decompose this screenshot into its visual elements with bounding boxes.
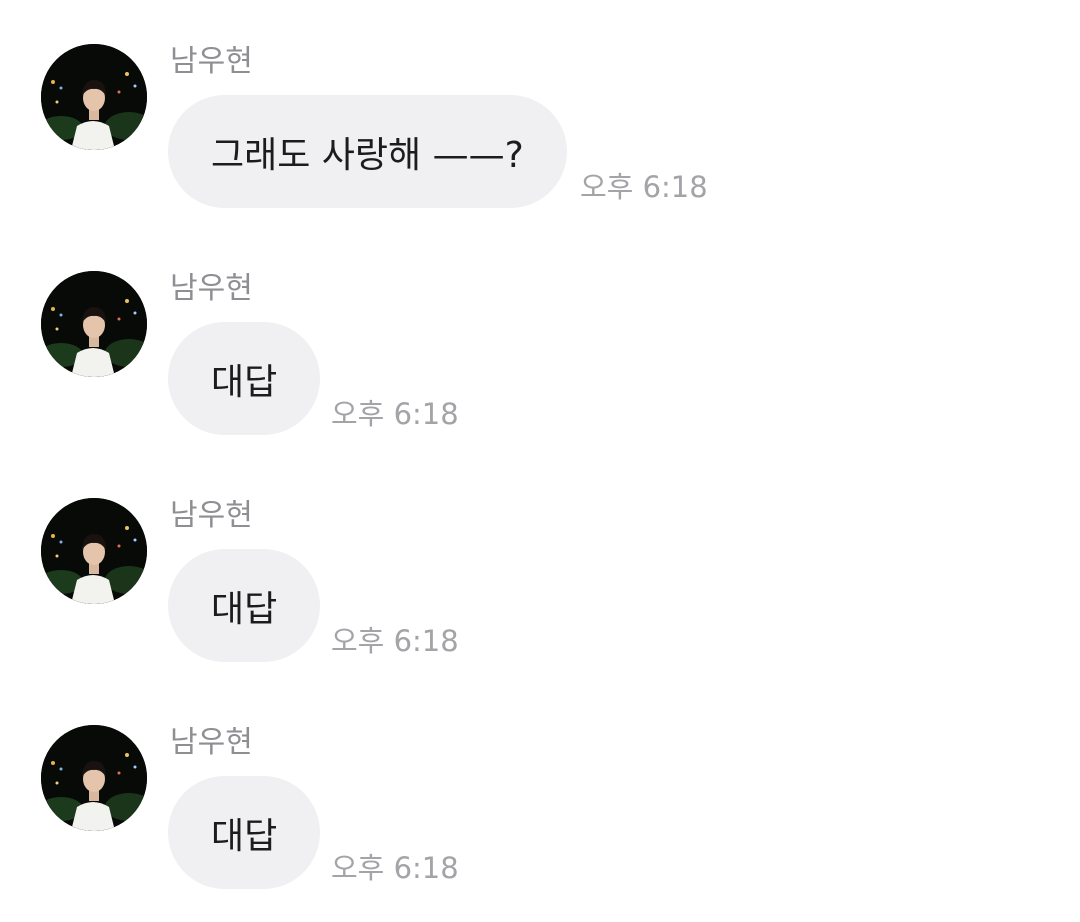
message-bubble[interactable]: 그래도 사랑해 ——?	[168, 95, 567, 208]
profile-photo-icon	[41, 271, 147, 377]
avatar[interactable]	[41, 498, 147, 604]
avatar[interactable]	[41, 271, 147, 377]
sender-name: 남우현	[170, 725, 253, 760]
message-timestamp: 오후 6:18	[331, 624, 459, 658]
message-timestamp: 오후 6:18	[331, 851, 459, 885]
sender-name: 남우현	[170, 498, 253, 533]
chat-message: 남우현 대답 오후 6:18	[0, 681, 1080, 889]
profile-photo-icon	[41, 498, 147, 604]
message-timestamp: 오후 6:18	[580, 170, 708, 204]
profile-photo-icon	[41, 725, 147, 831]
avatar[interactable]	[41, 725, 147, 831]
chat-message: 남우현 대답 오후 6:18	[0, 227, 1080, 435]
avatar[interactable]	[41, 44, 147, 150]
chat-message: 남우현 그래도 사랑해 ——? 오후 6:18	[0, 0, 1080, 208]
message-bubble[interactable]: 대답	[168, 776, 321, 889]
profile-photo-icon	[41, 44, 147, 150]
message-bubble[interactable]: 대답	[168, 322, 321, 435]
sender-name: 남우현	[170, 44, 253, 79]
sender-name: 남우현	[170, 271, 253, 306]
chat-message: 남우현 대답 오후 6:18	[0, 454, 1080, 662]
message-bubble[interactable]: 대답	[168, 549, 321, 662]
message-timestamp: 오후 6:18	[331, 397, 459, 431]
chat-screen: { "messages": [ { "sender": "남우현", "text…	[0, 0, 1080, 922]
